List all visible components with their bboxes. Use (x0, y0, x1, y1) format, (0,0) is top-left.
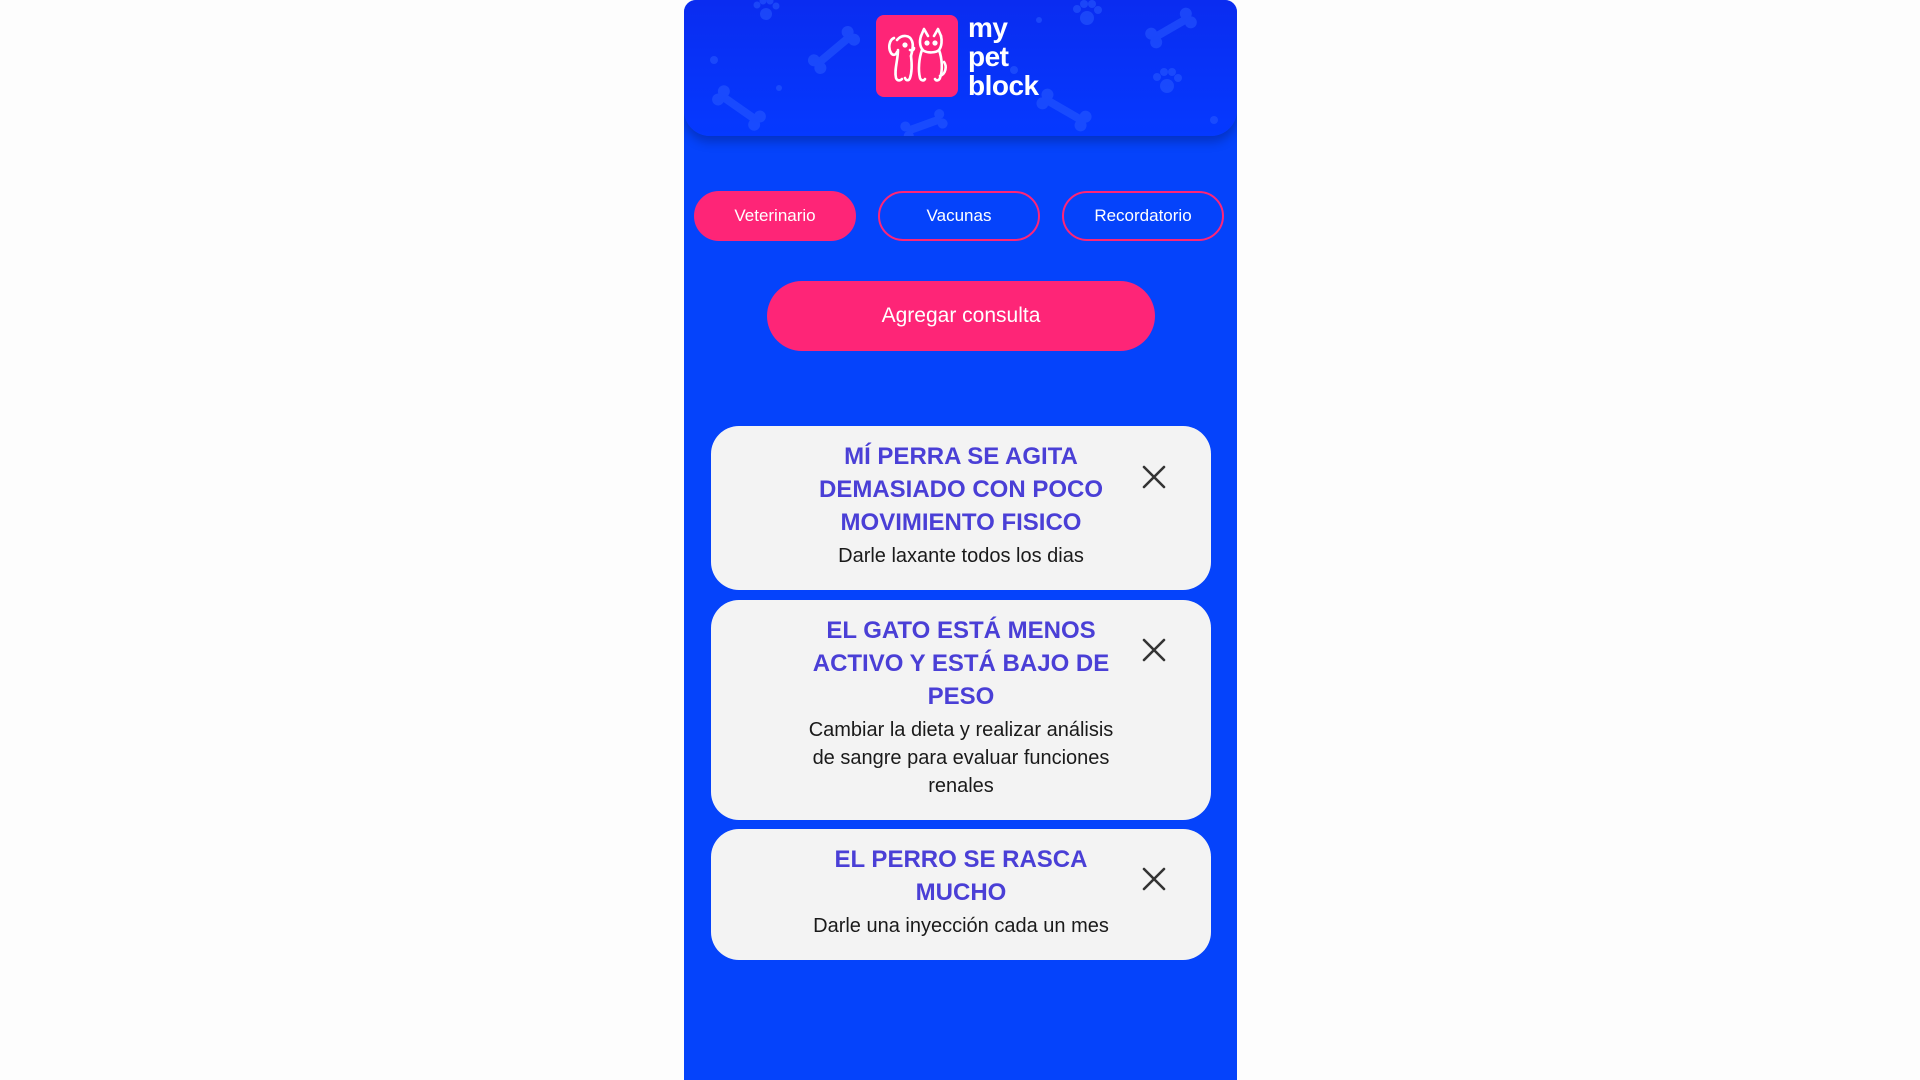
consultation-description: Darle una inyección cada un mes (813, 915, 1109, 937)
add-consultation-button[interactable]: Agregar consulta (767, 281, 1155, 351)
consultation-description: Darle laxante todos los dias (838, 545, 1084, 567)
close-icon[interactable] (1139, 635, 1169, 665)
tab-veterinario[interactable]: Veterinario (694, 191, 856, 241)
consultation-title: MÍ PERRA SE AGITA DEMASIADO CON POCO MOV… (818, 443, 1103, 536)
tab-recordatorio[interactable]: Recordatorio (1062, 191, 1224, 241)
dog-cat-logo-icon (876, 15, 958, 97)
logo-wordmark: my pet block (968, 13, 1039, 100)
app-container: my pet block Veterinario Vacunas Recorda… (684, 0, 1237, 1080)
close-icon[interactable] (1139, 864, 1169, 894)
app-logo: my pet block (876, 13, 1039, 100)
logo-line-2: pet (968, 41, 1009, 72)
logo-line-3: block (968, 70, 1039, 101)
logo-line-1: my (968, 12, 1008, 43)
consultation-card: EL PERRO SE RASCA MUCHO Darle una inyecc… (711, 829, 1211, 960)
consultation-description: Cambiar la dieta y realizar análisis de … (808, 719, 1114, 797)
app-header: my pet block (684, 0, 1237, 136)
tab-vacunas[interactable]: Vacunas (878, 191, 1040, 241)
consultation-card: MÍ PERRA SE AGITA DEMASIADO CON POCO MOV… (711, 426, 1211, 590)
close-icon[interactable] (1139, 462, 1169, 492)
category-tabs: Veterinario Vacunas Recordatorio (694, 191, 1227, 243)
consultation-title: EL PERRO SE RASCA MUCHO (834, 846, 1088, 906)
consultation-title: EL GATO ESTÁ MENOS ACTIVO Y ESTÁ BAJO DE… (812, 617, 1110, 710)
consultation-card: EL GATO ESTÁ MENOS ACTIVO Y ESTÁ BAJO DE… (711, 600, 1211, 820)
